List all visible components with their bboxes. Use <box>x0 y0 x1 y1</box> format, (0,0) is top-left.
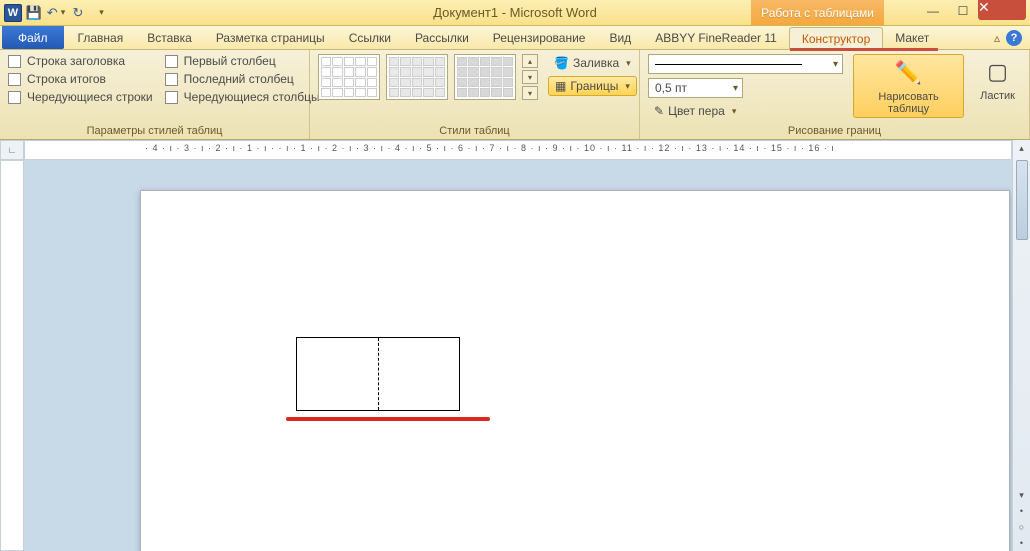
tab-view[interactable]: Вид <box>597 26 643 49</box>
borders-button[interactable]: ▦Границы▾ <box>548 76 637 96</box>
ribbon-minimize-icon[interactable]: ▵ <box>994 31 1000 45</box>
tab-abbyy[interactable]: ABBYY FineReader 11 <box>643 26 789 49</box>
shading-button[interactable]: 🪣Заливка▾ <box>548 54 637 72</box>
pencil-table-icon: ✏️ <box>893 57 925 89</box>
scroll-down-icon[interactable]: ▾ <box>1013 487 1030 503</box>
vertical-scrollbar[interactable]: ▴ ▾ • ○ • <box>1012 140 1030 551</box>
scroll-up-icon[interactable]: ▴ <box>1013 140 1030 156</box>
table-tools-contextual-label: Работа с таблицами <box>751 0 884 25</box>
borders-label: Границы <box>570 79 618 93</box>
window-title: Документ1 - Microsoft Word <box>433 5 597 20</box>
qat-customize-icon[interactable]: ▾ <box>90 3 110 23</box>
prev-page-icon[interactable]: • <box>1013 503 1030 519</box>
close-button[interactable]: ✕ <box>978 0 1026 20</box>
table-style-thumb[interactable] <box>454 54 516 100</box>
check-total-row-label: Строка итогов <box>27 72 106 86</box>
gallery-up-icon[interactable]: ▴ <box>522 54 538 68</box>
gallery-more-icon[interactable]: ▾ <box>522 86 538 100</box>
page[interactable] <box>140 190 1010 551</box>
word-app-icon[interactable]: W <box>4 4 22 22</box>
window-controls: — ☐ ✕ <box>918 0 1030 25</box>
group-label-style-options: Параметры стилей таблиц <box>8 123 301 137</box>
borders-icon: ▦ <box>555 79 566 93</box>
check-header-row-label: Строка заголовка <box>27 54 125 68</box>
tab-references[interactable]: Ссылки <box>337 26 403 49</box>
redo-icon[interactable]: ↻ <box>68 3 88 23</box>
scroll-thumb[interactable] <box>1016 160 1028 240</box>
tab-mailings[interactable]: Рассылки <box>403 26 481 49</box>
table-style-thumb[interactable] <box>386 54 448 100</box>
tab-page-layout[interactable]: Разметка страницы <box>204 26 337 49</box>
undo-icon[interactable]: ↶▾ <box>46 3 66 23</box>
bucket-icon: 🪣 <box>554 56 569 70</box>
table-style-gallery[interactable]: ▴ ▾ ▾ <box>318 54 538 100</box>
horizontal-ruler[interactable]: · 4 · ı · 3 · ı · 2 · ı · 1 · ı · · ı · … <box>24 140 1012 160</box>
help-icon[interactable]: ? <box>1006 30 1022 46</box>
table-cell[interactable] <box>297 338 378 410</box>
group-table-style-options: Строка заголовка Строка итогов Чередующи… <box>0 50 310 139</box>
check-header-row[interactable]: Строка заголовка <box>8 54 153 68</box>
shading-label: Заливка <box>573 56 619 70</box>
table-in-document[interactable] <box>296 337 460 411</box>
quick-access-toolbar: W 💾 ↶▾ ↻ ▾ <box>0 3 110 23</box>
gallery-scroll: ▴ ▾ ▾ <box>522 54 538 100</box>
browse-object-icon[interactable]: ○ <box>1013 519 1030 535</box>
ribbon: Строка заголовка Строка итогов Чередующи… <box>0 50 1030 140</box>
title-bar: W 💾 ↶▾ ↻ ▾ Документ1 - Microsoft Word Ра… <box>0 0 1030 26</box>
check-banded-rows-label: Чередующиеся строки <box>27 90 153 104</box>
group-table-styles: ▴ ▾ ▾ 🪣 Заливка ▾ ▦ Границы ▾ Стили таблиц <box>310 50 640 139</box>
hruler-marks: · 4 · ı · 3 · ı · 2 · ı · 1 · ı · · ı · … <box>145 143 835 153</box>
group-label-draw-borders: Рисование границ <box>648 123 1021 137</box>
check-banded-columns[interactable]: Чередующиеся столбцы <box>165 90 320 104</box>
document-area[interactable] <box>24 160 1012 551</box>
check-total-row[interactable]: Строка итогов <box>8 72 153 86</box>
check-first-column-label: Первый столбец <box>184 54 276 68</box>
check-banded-rows[interactable]: Чередующиеся строки <box>8 90 153 104</box>
pen-weight-combo[interactable]: 0,5 пт <box>648 78 743 98</box>
tab-insert[interactable]: Вставка <box>135 26 204 49</box>
group-draw-borders: 0,5 пт ✎Цвет пера▾ ✏️ Нарисовать таблицу… <box>640 50 1030 139</box>
check-banded-columns-label: Чередующиеся столбцы <box>184 90 320 104</box>
table-cell[interactable] <box>379 338 460 410</box>
save-icon[interactable]: 💾 <box>24 3 44 23</box>
pen-icon: ✎ <box>654 104 664 118</box>
eraser-button[interactable]: ▢ Ластик <box>974 54 1021 104</box>
workspace: ∟ · 4 · ı · 3 · ı · 2 · ı · 1 · ı · · ı … <box>0 140 1030 551</box>
pen-color-label: Цвет пера <box>668 104 725 118</box>
tab-table-design[interactable]: Конструктор <box>789 27 883 50</box>
maximize-button[interactable]: ☐ <box>948 0 978 22</box>
pen-weight-value: 0,5 пт <box>655 81 687 95</box>
tab-review[interactable]: Рецензирование <box>481 26 598 49</box>
minimize-button[interactable]: — <box>918 0 948 22</box>
vertical-ruler[interactable] <box>0 160 24 551</box>
tab-file[interactable]: Файл <box>2 26 64 49</box>
draw-table-label: Нарисовать таблицу <box>860 91 957 115</box>
draw-table-button[interactable]: ✏️ Нарисовать таблицу <box>853 54 964 118</box>
tab-home[interactable]: Главная <box>66 26 136 49</box>
check-first-column[interactable]: Первый столбец <box>165 54 320 68</box>
gallery-down-icon[interactable]: ▾ <box>522 70 538 84</box>
contextual-tab-underline <box>790 48 938 51</box>
eraser-icon: ▢ <box>982 56 1014 88</box>
ribbon-tabs: Файл Главная Вставка Разметка страницы С… <box>0 26 1030 50</box>
next-page-icon[interactable]: • <box>1013 535 1030 551</box>
eraser-label: Ластик <box>980 90 1015 102</box>
tab-table-layout[interactable]: Макет <box>883 26 941 49</box>
annotation-red-underline <box>286 417 490 421</box>
pen-style-combo[interactable] <box>648 54 843 74</box>
group-label-table-styles: Стили таблиц <box>318 123 631 137</box>
check-last-column[interactable]: Последний столбец <box>165 72 320 86</box>
table-style-thumb[interactable] <box>318 54 380 100</box>
pen-color-button[interactable]: ✎Цвет пера▾ <box>648 102 843 120</box>
check-last-column-label: Последний столбец <box>184 72 294 86</box>
ruler-corner[interactable]: ∟ <box>0 140 24 160</box>
